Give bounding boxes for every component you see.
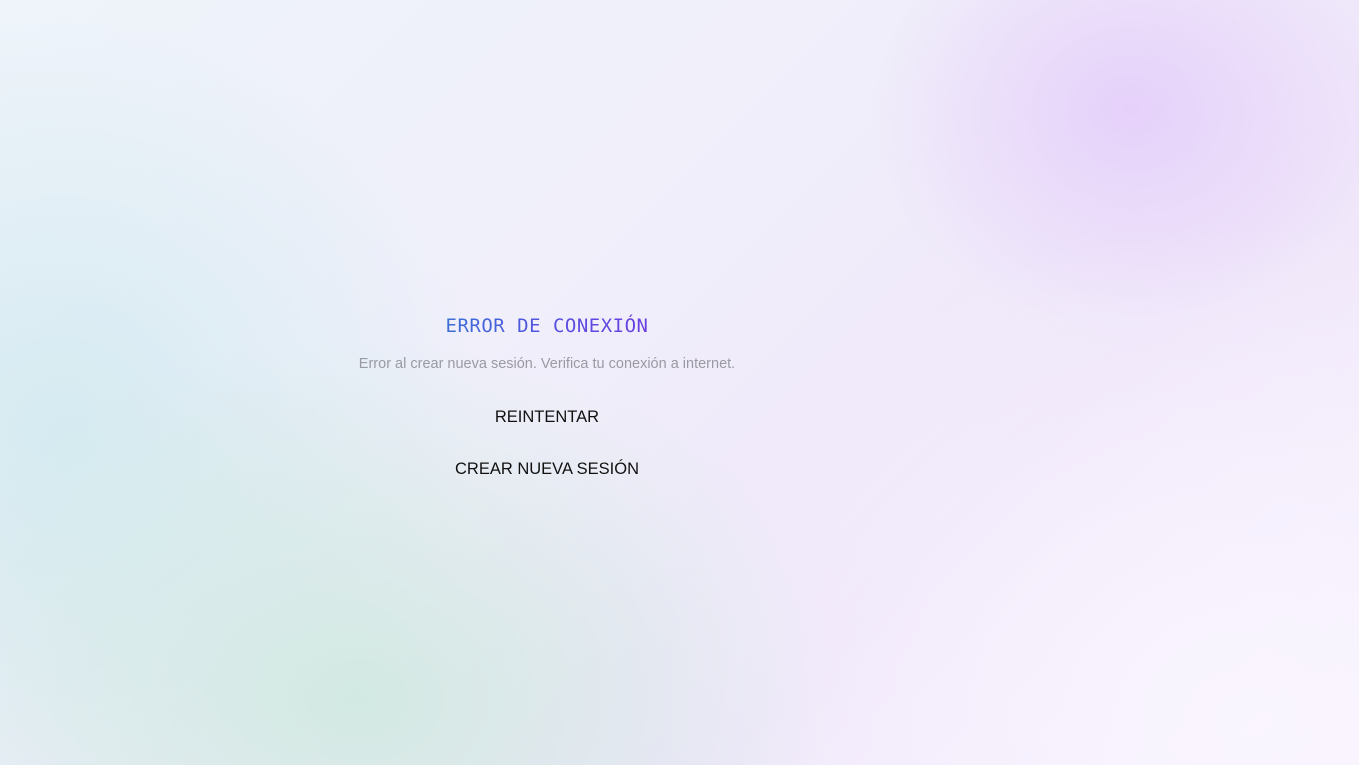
retry-button[interactable]: REINTENTAR [495,407,599,427]
error-title: ERROR DE CONEXIÓN [445,315,649,337]
error-panel: ERROR DE CONEXIÓN Error al crear nueva s… [297,300,797,479]
create-new-session-button[interactable]: CREAR NUEVA SESIÓN [455,459,639,479]
error-message: Error al crear nueva sesión. Verifica tu… [358,356,736,372]
